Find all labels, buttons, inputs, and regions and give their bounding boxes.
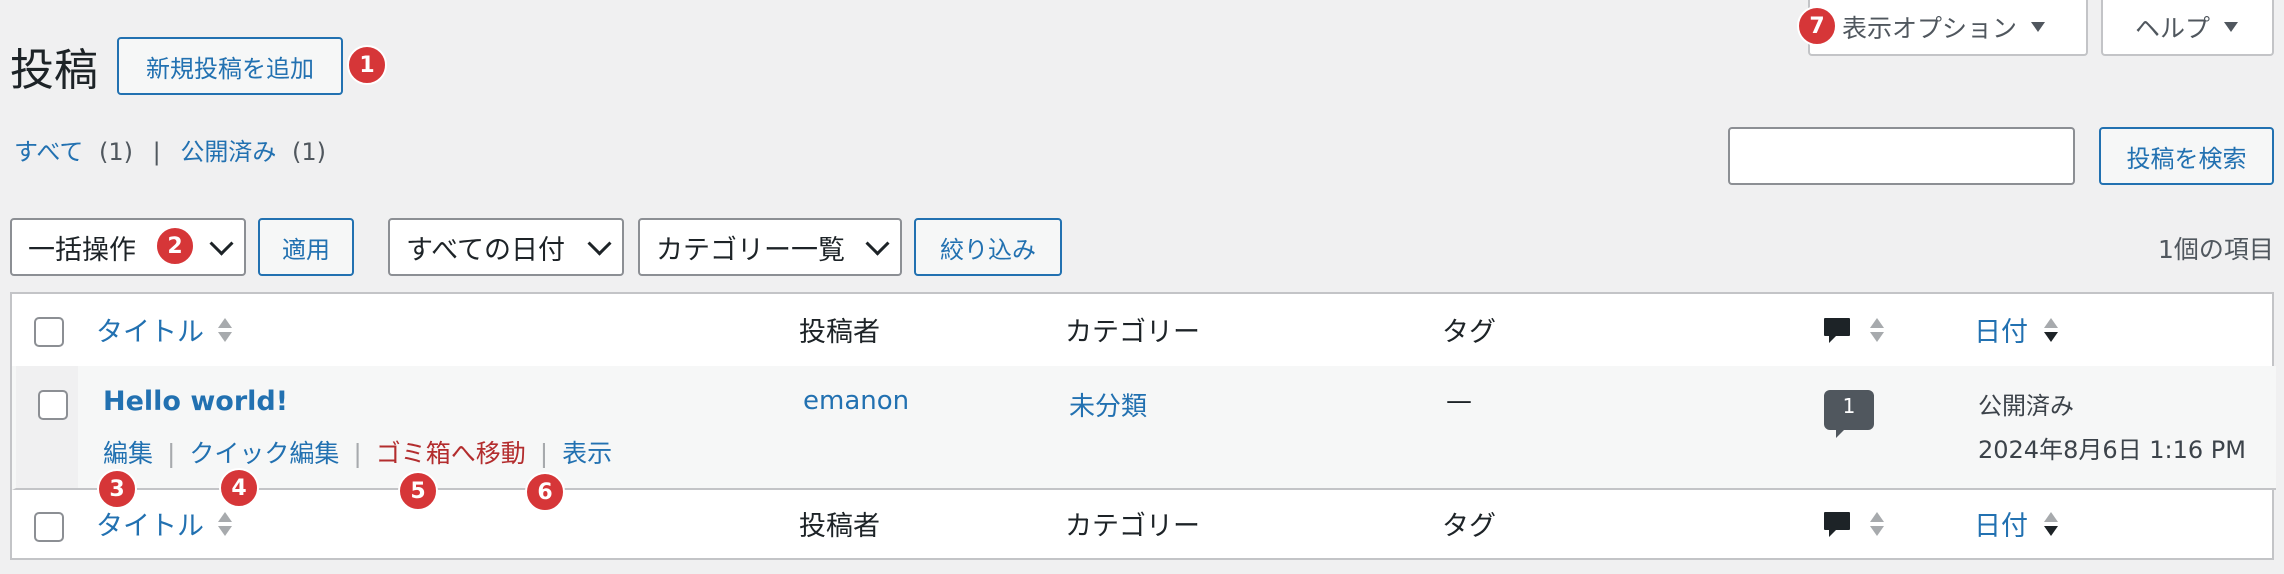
status-filter-links: すべて (1) | 公開済み (1) xyxy=(14,132,326,167)
add-new-post-button[interactable]: 新規投稿を追加 xyxy=(117,37,343,95)
select-all-checkbox[interactable] xyxy=(34,317,64,347)
annotation-badge-3: 3 xyxy=(97,469,137,509)
sort-arrows-icon xyxy=(1868,510,1886,540)
sort-arrows-icon xyxy=(216,510,234,540)
row-gutter xyxy=(16,366,78,488)
post-date: 2024年8月6日 1:16 PM xyxy=(1978,436,2246,464)
table-header-row: タイトル 投稿者 カテゴリー タグ 日付 xyxy=(12,294,2272,368)
column-title-footer[interactable]: タイトル xyxy=(96,504,204,543)
apply-button[interactable]: 適用 xyxy=(258,218,354,276)
help-button[interactable]: ヘルプ xyxy=(2101,0,2274,56)
action-separator: | xyxy=(353,439,362,468)
filter-button[interactable]: 絞り込み xyxy=(914,218,1062,276)
filter-published-count: (1) xyxy=(292,138,327,166)
posts-table: タイトル 投稿者 カテゴリー タグ 日付 Hello world! 編集 | ク… xyxy=(10,292,2276,560)
annotation-badge-2: 2 xyxy=(155,226,195,266)
help-label: ヘルプ xyxy=(2135,14,2211,43)
edit-link[interactable]: 編集 xyxy=(103,439,153,468)
column-author-footer: 投稿者 xyxy=(799,511,880,542)
annotation-badge-1: 1 xyxy=(347,45,387,85)
search-input[interactable] xyxy=(1728,127,2075,185)
filter-published-link[interactable]: 公開済み xyxy=(180,138,276,166)
comment-bubble-icon[interactable] xyxy=(1822,316,1852,348)
filter-separator: | xyxy=(152,138,161,166)
annotation-badge-7: 7 xyxy=(1797,6,1837,46)
sort-arrows-icon xyxy=(216,316,234,346)
column-tags-footer: タグ xyxy=(1442,511,1496,542)
screen-options-button[interactable]: 表示オプション xyxy=(1808,0,2088,56)
filter-all-link[interactable]: すべて xyxy=(14,138,83,166)
item-count: 1個の項目 xyxy=(2158,235,2274,264)
quick-edit-link[interactable]: クイック編集 xyxy=(189,439,339,468)
action-separator: | xyxy=(539,439,549,468)
screen-options-label: 表示オプション xyxy=(1842,14,2018,43)
annotation-badge-5: 5 xyxy=(398,471,438,511)
comment-bubble-icon[interactable] xyxy=(1822,510,1852,542)
table-footer-row: タイトル 投稿者 カテゴリー タグ 日付 xyxy=(12,488,2272,558)
sort-desc-icon xyxy=(2042,316,2060,346)
bulk-actions-select[interactable]: 一括操作 xyxy=(10,218,246,276)
column-author-header: 投稿者 xyxy=(799,317,880,348)
select-all-checkbox-footer[interactable] xyxy=(34,512,64,542)
table-row: Hello world! 編集 | クイック編集 | ゴミ箱へ移動 | 表示 e… xyxy=(12,366,2276,490)
column-categories-footer: カテゴリー xyxy=(1065,511,1200,542)
annotation-badge-6: 6 xyxy=(525,472,565,512)
trash-link[interactable]: ゴミ箱へ移動 xyxy=(376,439,526,468)
category-filter-value: カテゴリー一覧 xyxy=(656,234,845,266)
chevron-down-icon xyxy=(587,231,612,256)
triangle-down-icon xyxy=(2031,22,2046,32)
category-link[interactable]: 未分類 xyxy=(1069,386,1147,423)
column-date-footer[interactable]: 日付 xyxy=(1974,504,2028,543)
filter-all-count: (1) xyxy=(99,138,134,166)
sort-desc-icon xyxy=(2042,510,2060,540)
comment-count-bubble[interactable]: 1 xyxy=(1824,390,1874,438)
column-tags-header: タグ xyxy=(1442,317,1496,348)
chevron-down-icon xyxy=(865,231,890,256)
view-link[interactable]: 表示 xyxy=(562,439,612,468)
sort-arrows-icon xyxy=(1868,316,1886,346)
comment-count: 1 xyxy=(1842,394,1856,418)
page-title: 投稿 xyxy=(10,45,98,96)
search-posts-button[interactable]: 投稿を検索 xyxy=(2099,127,2274,185)
row-checkbox[interactable] xyxy=(38,390,68,420)
triangle-down-icon xyxy=(2224,22,2239,32)
date-filter-select[interactable]: すべての日付 xyxy=(388,218,624,276)
column-categories-header: カテゴリー xyxy=(1065,317,1200,348)
column-title-header[interactable]: タイトル xyxy=(96,310,204,349)
category-filter-select[interactable]: カテゴリー一覧 xyxy=(638,218,902,276)
column-date-header[interactable]: 日付 xyxy=(1974,310,2028,349)
post-status: 公開済み xyxy=(1978,392,2074,420)
chevron-down-icon xyxy=(209,231,234,256)
annotation-badge-4: 4 xyxy=(219,468,259,508)
post-title-link[interactable]: Hello world! xyxy=(103,386,288,417)
date-filter-value: すべての日付 xyxy=(406,234,566,266)
tags-value: — xyxy=(1446,386,1472,416)
row-actions: 編集 | クイック編集 | ゴミ箱へ移動 | 表示 xyxy=(103,434,612,470)
action-separator: | xyxy=(166,439,176,468)
bulk-actions-value: 一括操作 xyxy=(28,234,136,266)
author-link[interactable]: emanon xyxy=(803,386,909,416)
